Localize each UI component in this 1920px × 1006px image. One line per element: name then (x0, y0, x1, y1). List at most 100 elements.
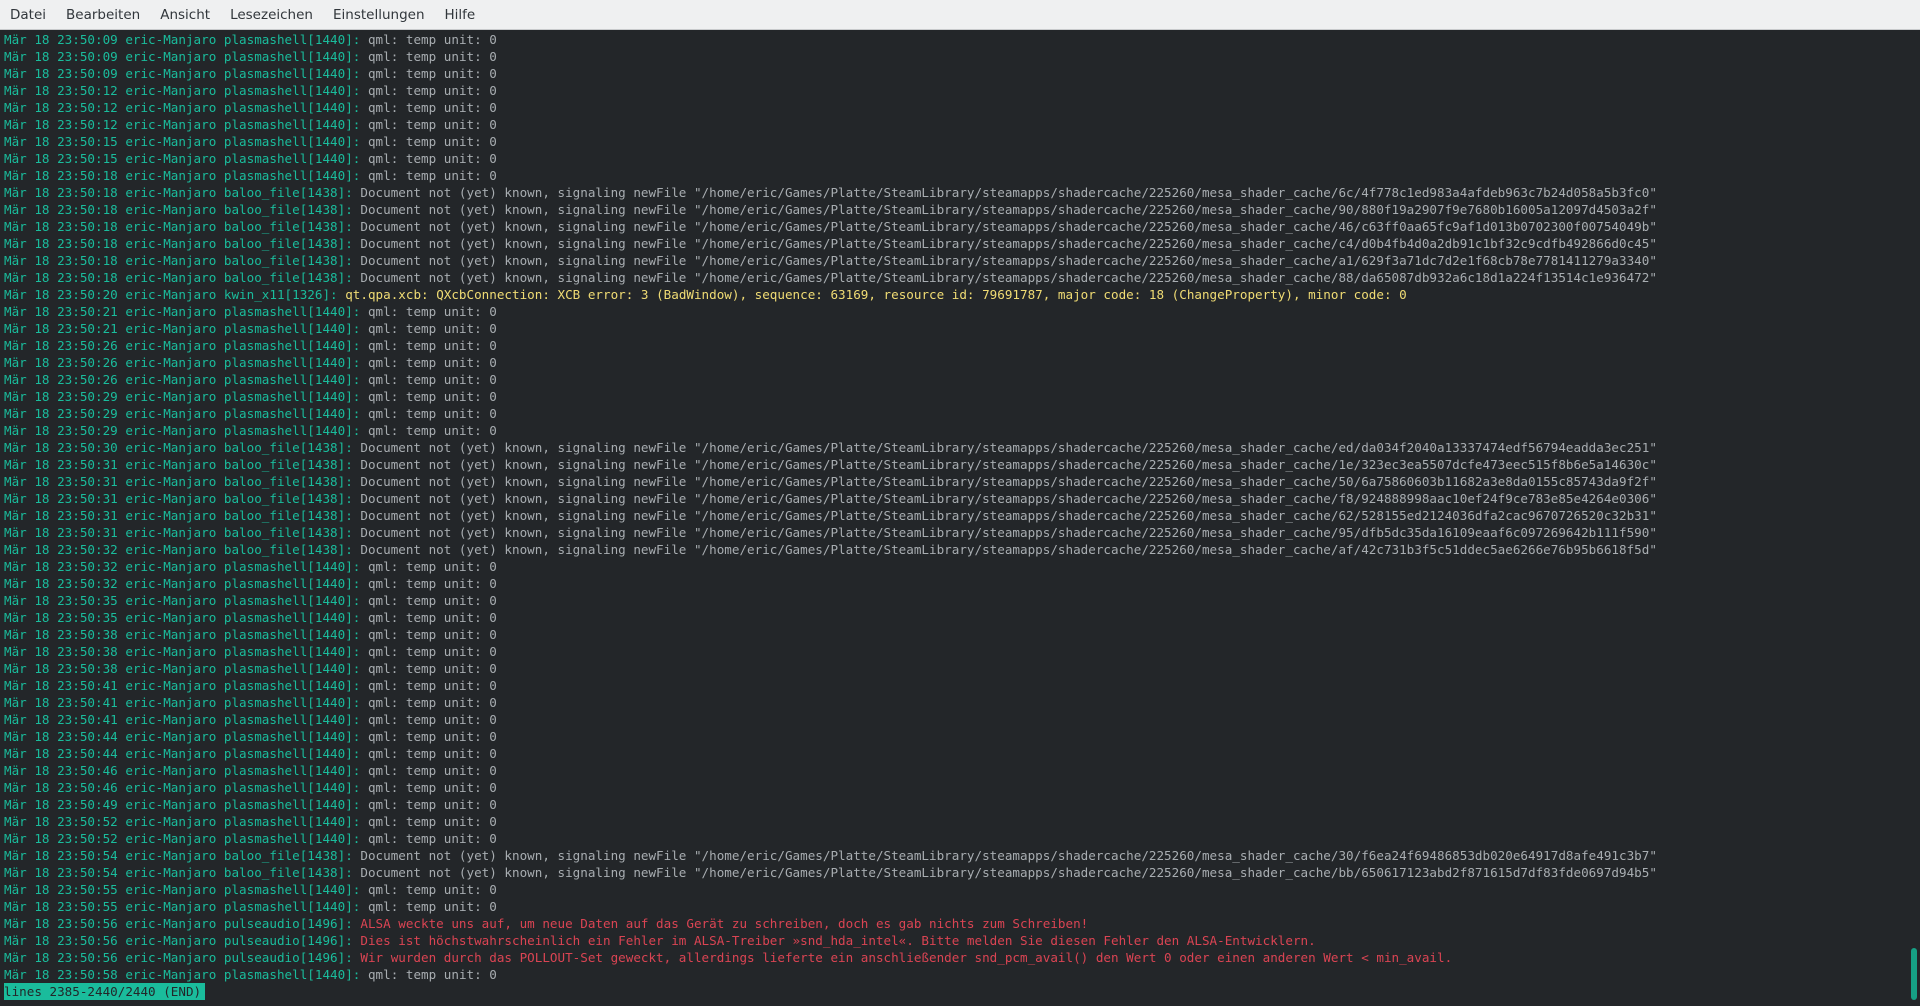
scrollbar-thumb[interactable] (1911, 948, 1917, 1000)
log-line-prefix: Mär 18 23:50:29 eric-Manjaro plasmashell… (4, 406, 368, 421)
log-line: Mär 18 23:50:26 eric-Manjaro plasmashell… (4, 371, 1900, 388)
log-line: Mär 18 23:50:21 eric-Manjaro plasmashell… (4, 320, 1900, 337)
log-line: Mär 18 23:50:49 eric-Manjaro plasmashell… (4, 796, 1900, 813)
log-line-prefix: Mär 18 23:50:55 eric-Manjaro plasmashell… (4, 899, 368, 914)
log-line: Mär 18 23:50:26 eric-Manjaro plasmashell… (4, 337, 1900, 354)
menu-datei[interactable]: Datei (0, 0, 56, 30)
log-line-prefix: Mär 18 23:50:52 eric-Manjaro plasmashell… (4, 814, 368, 829)
log-line-prefix: Mär 18 23:50:46 eric-Manjaro plasmashell… (4, 763, 368, 778)
log-line-prefix: Mär 18 23:50:09 eric-Manjaro plasmashell… (4, 49, 368, 64)
log-line-message: qml: temp unit: 0 (367, 66, 497, 81)
log-line-message: qml: temp unit: 0 (367, 644, 497, 659)
log-line: Mär 18 23:50:21 eric-Manjaro plasmashell… (4, 303, 1900, 320)
log-line: Mär 18 23:50:18 eric-Manjaro plasmashell… (4, 167, 1900, 184)
pager-status-row: lines 2385-2440/2440 (END) (4, 983, 1900, 1000)
log-line-message: qml: temp unit: 0 (367, 117, 497, 132)
log-line-message: qml: temp unit: 0 (367, 355, 497, 370)
log-line-prefix: Mär 18 23:50:12 eric-Manjaro plasmashell… (4, 83, 368, 98)
log-line: Mär 18 23:50:38 eric-Manjaro plasmashell… (4, 643, 1900, 660)
log-line-prefix: Mär 18 23:50:38 eric-Manjaro plasmashell… (4, 627, 368, 642)
log-line: Mär 18 23:50:15 eric-Manjaro plasmashell… (4, 150, 1900, 167)
log-line-prefix: Mär 18 23:50:18 eric-Manjaro baloo_file[… (4, 236, 361, 251)
log-line-message: qml: temp unit: 0 (367, 695, 497, 710)
log-line-message: qml: temp unit: 0 (367, 627, 497, 642)
log-line-prefix: Mär 18 23:50:31 eric-Manjaro baloo_file[… (4, 457, 361, 472)
log-line-prefix: Mär 18 23:50:38 eric-Manjaro plasmashell… (4, 661, 368, 676)
log-line: Mär 18 23:50:12 eric-Manjaro plasmashell… (4, 116, 1900, 133)
terminal-view[interactable]: Mär 18 23:50:09 eric-Manjaro plasmashell… (0, 30, 1920, 1006)
log-line-prefix: Mär 18 23:50:31 eric-Manjaro baloo_file[… (4, 491, 361, 506)
log-line-prefix: Mär 18 23:50:09 eric-Manjaro plasmashell… (4, 32, 368, 47)
log-line-prefix: Mär 18 23:50:35 eric-Manjaro plasmashell… (4, 610, 368, 625)
log-line: Mär 18 23:50:38 eric-Manjaro plasmashell… (4, 626, 1900, 643)
log-line: Mär 18 23:50:26 eric-Manjaro plasmashell… (4, 354, 1900, 371)
log-line-message: qml: temp unit: 0 (367, 678, 497, 693)
log-line: Mär 18 23:50:55 eric-Manjaro plasmashell… (4, 881, 1900, 898)
log-line: Mär 18 23:50:31 eric-Manjaro baloo_file[… (4, 473, 1900, 490)
log-line-message: qml: temp unit: 0 (367, 559, 497, 574)
log-line-prefix: Mär 18 23:50:26 eric-Manjaro plasmashell… (4, 355, 368, 370)
log-line: Mär 18 23:50:44 eric-Manjaro plasmashell… (4, 745, 1900, 762)
log-line: Mär 18 23:50:09 eric-Manjaro plasmashell… (4, 65, 1900, 82)
log-line-message: Document not (yet) known, signaling newF… (360, 457, 1657, 472)
log-line-message: qml: temp unit: 0 (367, 882, 497, 897)
log-line-prefix: Mär 18 23:50:56 eric-Manjaro pulseaudio[… (4, 916, 361, 931)
log-line: Mär 18 23:50:31 eric-Manjaro baloo_file[… (4, 524, 1900, 541)
log-line-prefix: Mär 18 23:50:15 eric-Manjaro plasmashell… (4, 134, 368, 149)
log-line: Mär 18 23:50:18 eric-Manjaro baloo_file[… (4, 218, 1900, 235)
log-line-message: qml: temp unit: 0 (367, 746, 497, 761)
log-line: Mär 18 23:50:52 eric-Manjaro plasmashell… (4, 813, 1900, 830)
log-line: Mär 18 23:50:52 eric-Manjaro plasmashell… (4, 830, 1900, 847)
log-line-message: Document not (yet) known, signaling newF… (360, 270, 1657, 285)
log-line-prefix: Mär 18 23:50:21 eric-Manjaro plasmashell… (4, 304, 368, 319)
pager-status: lines 2385-2440/2440 (END) (4, 983, 206, 1000)
log-line-prefix: Mär 18 23:50:41 eric-Manjaro plasmashell… (4, 712, 368, 727)
log-line-message: qml: temp unit: 0 (367, 134, 497, 149)
log-line-message: ALSA weckte uns auf, um neue Daten auf d… (360, 916, 1089, 931)
log-line: Mär 18 23:50:41 eric-Manjaro plasmashell… (4, 694, 1900, 711)
log-line-message: qml: temp unit: 0 (367, 610, 497, 625)
menu-ansicht[interactable]: Ansicht (150, 0, 220, 30)
log-line-prefix: Mär 18 23:50:49 eric-Manjaro plasmashell… (4, 797, 368, 812)
log-line-prefix: Mär 18 23:50:56 eric-Manjaro pulseaudio[… (4, 933, 361, 948)
log-line-message: qml: temp unit: 0 (367, 780, 497, 795)
log-line-message: Document not (yet) known, signaling newF… (360, 525, 1657, 540)
log-line: Mär 18 23:50:32 eric-Manjaro plasmashell… (4, 575, 1900, 592)
log-line-message: Document not (yet) known, signaling newF… (360, 542, 1657, 557)
log-line-message: Document not (yet) known, signaling newF… (360, 491, 1657, 506)
log-line-message: qml: temp unit: 0 (367, 83, 497, 98)
log-line-message: Document not (yet) known, signaling newF… (360, 474, 1657, 489)
log-line-message: qml: temp unit: 0 (367, 338, 497, 353)
log-line-message: qml: temp unit: 0 (367, 814, 497, 829)
log-line-message: qml: temp unit: 0 (367, 831, 497, 846)
menu-hilfe[interactable]: Hilfe (435, 0, 486, 30)
scrollbar[interactable] (1906, 30, 1920, 1006)
log-line: Mär 18 23:50:46 eric-Manjaro plasmashell… (4, 762, 1900, 779)
menu-einstellungen[interactable]: Einstellungen (323, 0, 435, 30)
menu-lesezeichen[interactable]: Lesezeichen (220, 0, 323, 30)
menu-bar: Datei Bearbeiten Ansicht Lesezeichen Ein… (0, 0, 1920, 30)
log-line-prefix: Mär 18 23:50:21 eric-Manjaro plasmashell… (4, 321, 368, 336)
log-line-message: qml: temp unit: 0 (367, 763, 497, 778)
log-line: Mär 18 23:50:56 eric-Manjaro pulseaudio[… (4, 932, 1900, 949)
log-line-message: qml: temp unit: 0 (367, 304, 497, 319)
log-line: Mär 18 23:50:54 eric-Manjaro baloo_file[… (4, 847, 1900, 864)
log-line-prefix: Mär 18 23:50:29 eric-Manjaro plasmashell… (4, 423, 368, 438)
log-line-message: Document not (yet) known, signaling newF… (360, 236, 1657, 251)
log-line-message: qml: temp unit: 0 (367, 423, 497, 438)
log-line: Mär 18 23:50:12 eric-Manjaro plasmashell… (4, 99, 1900, 116)
log-line: Mär 18 23:50:12 eric-Manjaro plasmashell… (4, 82, 1900, 99)
log-line-prefix: Mär 18 23:50:32 eric-Manjaro plasmashell… (4, 559, 368, 574)
menu-bearbeiten[interactable]: Bearbeiten (56, 0, 150, 30)
log-line-message: Document not (yet) known, signaling newF… (360, 508, 1657, 523)
log-line-prefix: Mär 18 23:50:31 eric-Manjaro baloo_file[… (4, 508, 361, 523)
log-line-message: qt.qpa.xcb: QXcbConnection: XCB error: 3… (345, 287, 1407, 302)
log-line-message: qml: temp unit: 0 (367, 593, 497, 608)
log-line: Mär 18 23:50:41 eric-Manjaro plasmashell… (4, 677, 1900, 694)
log-line-message: qml: temp unit: 0 (367, 372, 497, 387)
log-line-prefix: Mär 18 23:50:31 eric-Manjaro baloo_file[… (4, 525, 361, 540)
log-line-prefix: Mär 18 23:50:26 eric-Manjaro plasmashell… (4, 338, 368, 353)
log-line: Mär 18 23:50:46 eric-Manjaro plasmashell… (4, 779, 1900, 796)
log-line-prefix: Mär 18 23:50:44 eric-Manjaro plasmashell… (4, 729, 368, 744)
log-line-message: Document not (yet) known, signaling newF… (360, 219, 1657, 234)
